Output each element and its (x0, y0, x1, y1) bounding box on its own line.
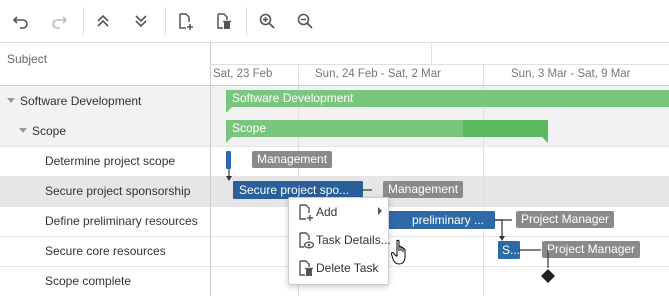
chevron-double-down-icon (135, 15, 147, 28)
redo-button[interactable] (48, 10, 70, 32)
collapse-arrow-icon[interactable] (7, 98, 15, 103)
summary-bar-cap (542, 137, 548, 143)
task-name: Define preliminary resources (45, 214, 198, 228)
task-name: Scope (32, 124, 67, 138)
menu-item-label: Add (316, 205, 338, 219)
summary-bar-scope[interactable]: Scope (226, 120, 548, 137)
zoom-out-button[interactable] (294, 10, 316, 32)
dependency-connector (541, 250, 555, 283)
menu-item-add[interactable]: Add (289, 198, 388, 226)
add-task-button[interactable] (174, 10, 196, 32)
grid-header: Subject (0, 42, 210, 86)
delete-icon (299, 260, 313, 276)
zoom-out-icon (297, 13, 313, 29)
menu-item-label: Task Details... (316, 233, 391, 247)
task-details-icon (299, 232, 314, 249)
menu-item-delete-task[interactable]: Delete Task (289, 254, 388, 282)
summary-bar-cap (226, 107, 232, 113)
resource-label: Management (383, 181, 464, 198)
menu-item-task-details[interactable]: Task Details... (289, 226, 391, 254)
task-name: Scope complete (45, 274, 132, 288)
hand-cursor-icon (391, 239, 406, 265)
timeline-scale-label: Sun, 3 Mar - Sat, 9 Mar (511, 68, 631, 80)
timeline-header-top (211, 42, 669, 65)
zoom-in-icon (259, 13, 275, 29)
summary-bar-cap (226, 137, 232, 143)
menu-item-label: Delete Task (316, 261, 379, 275)
collapse-arrow-icon[interactable] (19, 128, 27, 133)
column-header-subject[interactable]: Subject (7, 52, 47, 66)
zoom-in-button[interactable] (256, 10, 278, 32)
undo-icon (12, 16, 28, 29)
submenu-arrow-icon (378, 207, 382, 215)
timeline-scale-label: Sun, 24 Feb - Sat, 2 Mar (315, 68, 441, 80)
context-menu: Add Task Details... Delete Task (288, 197, 391, 285)
undo-button[interactable] (10, 10, 32, 32)
summary-bar-software-development[interactable]: Software Development (226, 90, 669, 107)
delete-task-button[interactable] (212, 10, 234, 32)
toolbar-separator (83, 7, 84, 35)
task-bar-secure-core[interactable]: S... (498, 241, 520, 259)
task-name: Software Development (20, 94, 142, 108)
task-name: Secure core resources (45, 244, 166, 258)
collapse-all-button[interactable] (92, 10, 114, 32)
chevron-double-up-icon (97, 14, 109, 27)
resource-label: Project Manager (516, 211, 615, 228)
task-name: Determine project scope (45, 154, 176, 168)
add-icon (299, 204, 313, 221)
timeline-header: Sat, 23 Feb Sun, 24 Feb - Sat, 2 Mar Sun… (211, 42, 669, 86)
delete-task-icon (217, 13, 231, 29)
timeline-scale-label: Sat, 23 Feb (213, 68, 273, 80)
resource-label: Management (252, 151, 333, 168)
task-name: Secure project sponsorship (45, 184, 191, 198)
toolbar-separator (165, 7, 166, 35)
toolbar-separator (246, 7, 247, 35)
redo-icon (52, 16, 68, 29)
toolbar (0, 0, 669, 43)
dependency-connector (362, 189, 372, 191)
task-bar-define-resources[interactable]: preliminary ... (386, 211, 495, 229)
add-task-icon (179, 13, 193, 30)
expand-all-button[interactable] (130, 10, 152, 32)
